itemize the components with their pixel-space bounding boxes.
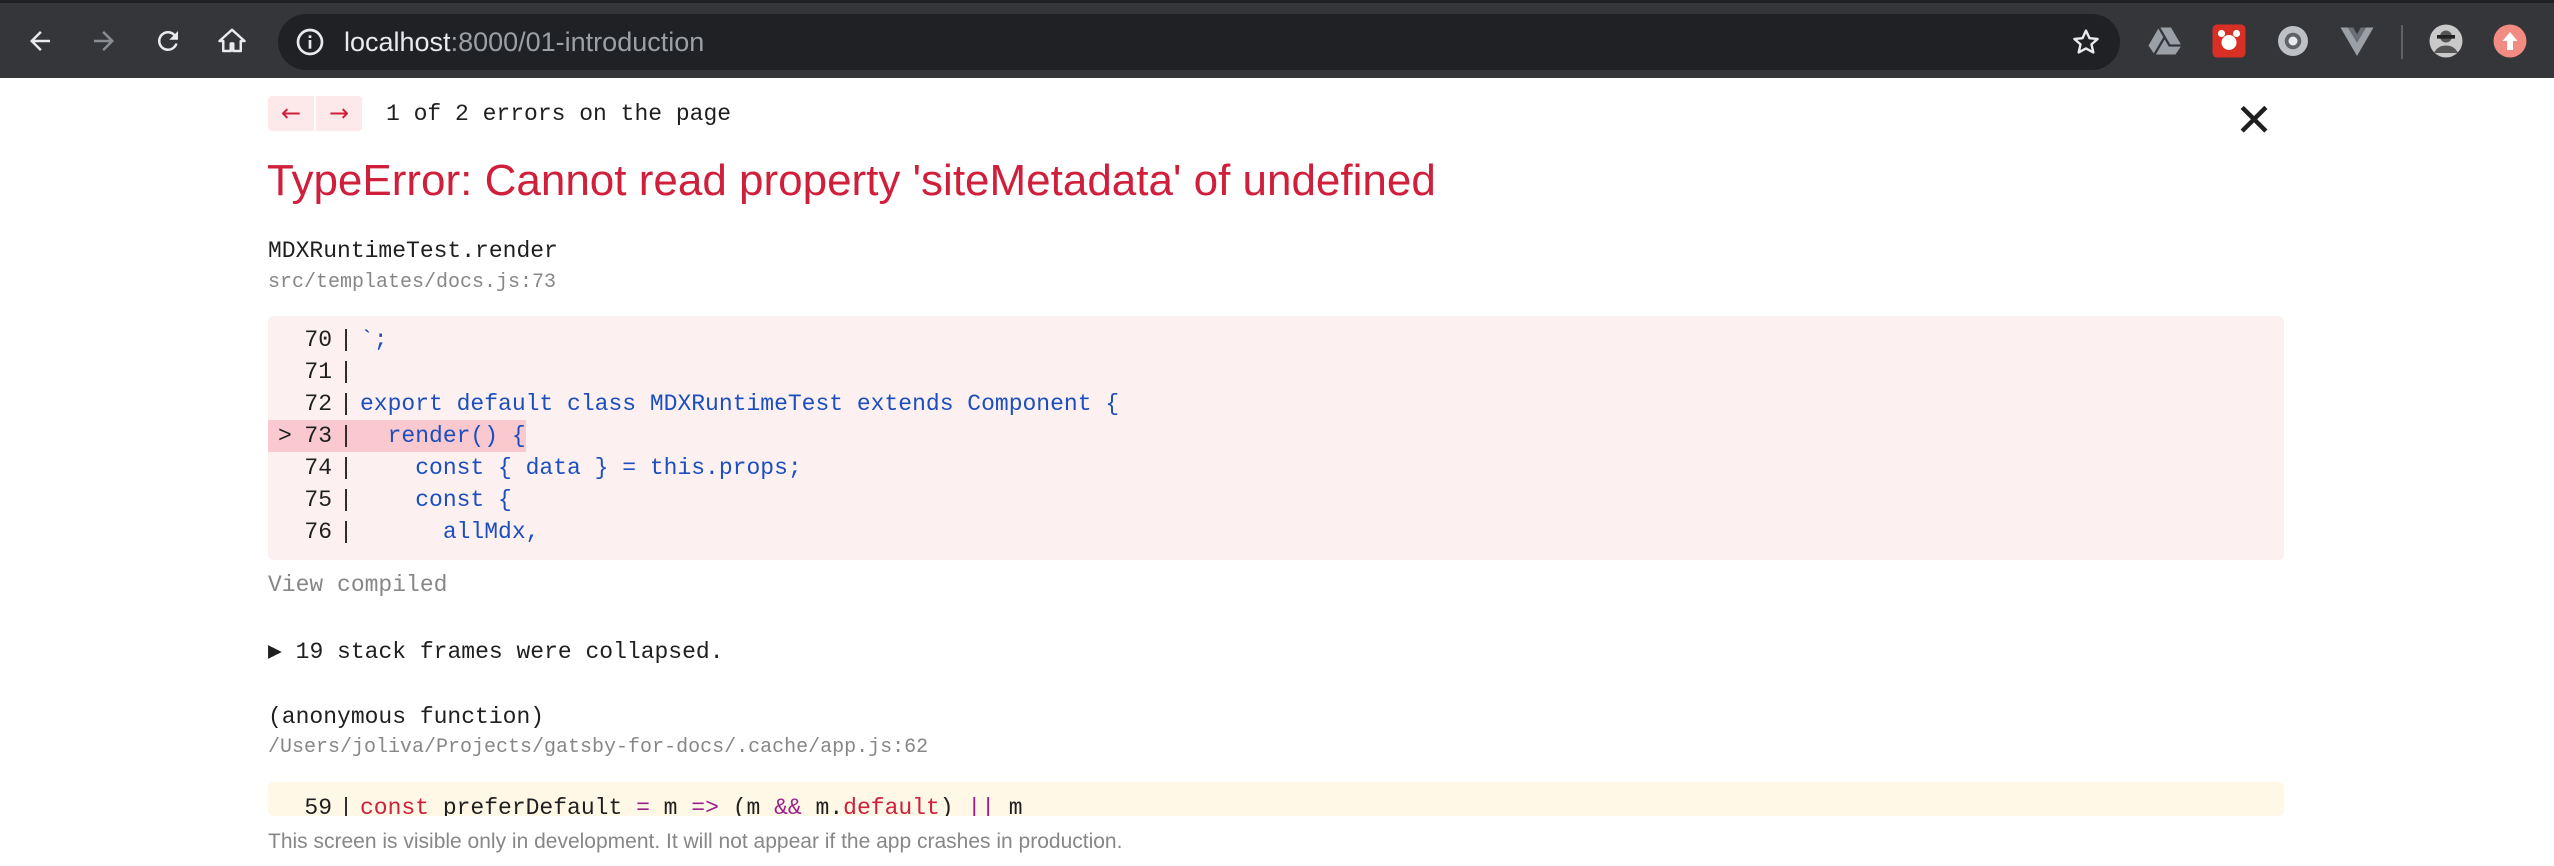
line-number: 76 — [304, 519, 332, 545]
url-text[interactable]: localhost:8000/01-introduction — [344, 27, 704, 57]
line-code: render() { — [360, 420, 526, 452]
forward-button[interactable] — [82, 19, 126, 63]
line-code: const { data } = this.props; — [360, 455, 802, 481]
drive-extension-icon[interactable] — [2147, 23, 2183, 59]
url-path: :8000/01-introduction — [450, 27, 705, 57]
reload-icon — [157, 30, 178, 51]
stack-frame-function: MDXRuntimeTest.render — [268, 238, 558, 264]
next-error-button[interactable]: → — [316, 96, 362, 131]
view-compiled-link[interactable]: View compiled — [268, 572, 447, 598]
address-bar[interactable]: localhost:8000/01-introduction — [278, 14, 2120, 70]
reload-button[interactable] — [146, 19, 190, 63]
error-overlay: ← → 1 of 2 errors on the page ✕ TypeErro… — [0, 78, 2554, 866]
close-icon: ✕ — [2234, 93, 2274, 147]
home-icon — [218, 28, 246, 53]
circle-extension-icon[interactable] — [2275, 23, 2311, 59]
error-navigation: ← → 1 of 2 errors on the page — [268, 96, 731, 131]
line-separator: | — [339, 359, 353, 385]
line-code: `; — [360, 327, 388, 353]
line-separator: | — [339, 327, 353, 353]
code-line: 74 | const { data } = this.props; — [268, 452, 2284, 484]
avatar[interactable] — [2428, 23, 2464, 59]
line-number: 74 — [304, 455, 332, 481]
error-line-marker: > — [278, 420, 292, 452]
line-code: const preferDefault = m => (m && m.defau… — [360, 795, 1023, 816]
back-button[interactable] — [18, 19, 62, 63]
stack-frame-file: src/templates/docs.js:73 — [268, 271, 557, 294]
line-number: 71 — [304, 359, 332, 385]
code-line: 72 | export default class MDXRuntimeTest e… — [268, 388, 2284, 420]
arrow-right-icon — [94, 31, 114, 51]
error-title: TypeError: Cannot read property 'siteMet… — [267, 156, 1436, 205]
line-number: 75 — [304, 487, 332, 513]
line-separator: | — [339, 795, 353, 816]
line-separator: | — [339, 487, 353, 513]
code-snippet-2: 59 | const preferDefault = m => (m && m.de… — [268, 782, 2284, 816]
code-line: 76 | allMdx, — [268, 516, 2284, 548]
line-code: allMdx, — [360, 519, 540, 545]
url-host: localhost — [344, 27, 451, 57]
code-line: 75 | const { — [268, 484, 2284, 516]
bug-extension-icon[interactable] — [2211, 23, 2247, 59]
home-button[interactable] — [210, 19, 254, 63]
code-line: 70 | `; — [268, 324, 2284, 356]
previous-error-button[interactable]: ← — [268, 96, 314, 131]
code-snippet: 70 | `; 71 | 72 | export default class MDXRunti… — [268, 316, 2284, 560]
code-line: 59 | const preferDefault = m => (m && m.de… — [268, 792, 2284, 816]
browser-toolbar: localhost:8000/01-introduction — [0, 0, 2554, 78]
stack-frame-function-2: (anonymous function) — [268, 704, 545, 730]
line-separator: | — [332, 420, 360, 452]
line-code: export default class MDXRuntimeTest exte… — [360, 391, 1120, 417]
close-button[interactable]: ✕ — [2232, 97, 2276, 143]
line-number: 70 — [304, 327, 332, 353]
line-separator: | — [339, 519, 353, 545]
arrow-left-icon — [30, 31, 50, 51]
star-icon[interactable] — [2070, 26, 2102, 58]
line-separator: | — [339, 391, 353, 417]
line-separator: | — [339, 455, 353, 481]
line-number: 72 — [304, 391, 332, 417]
code-line-highlighted: >73 | render() { — [268, 420, 2284, 452]
dev-footer-note: This screen is visible only in developme… — [268, 830, 1123, 853]
error-count: 1 of 2 errors on the page — [386, 100, 732, 127]
update-icon[interactable] — [2492, 23, 2528, 59]
stack-frame-file-2: /Users/joliva/Projects/gatsby-for-docs/.… — [268, 736, 929, 759]
info-icon[interactable] — [294, 26, 326, 58]
line-code: const { — [360, 487, 512, 513]
toolbar-separator — [2401, 25, 2403, 59]
line-number: 59 — [304, 795, 332, 816]
code-line: 71 | — [268, 356, 2284, 388]
vue-devtools-icon[interactable] — [2339, 23, 2375, 59]
collapsed-frames-toggle[interactable]: ▶ 19 stack frames were collapsed. — [268, 638, 724, 665]
